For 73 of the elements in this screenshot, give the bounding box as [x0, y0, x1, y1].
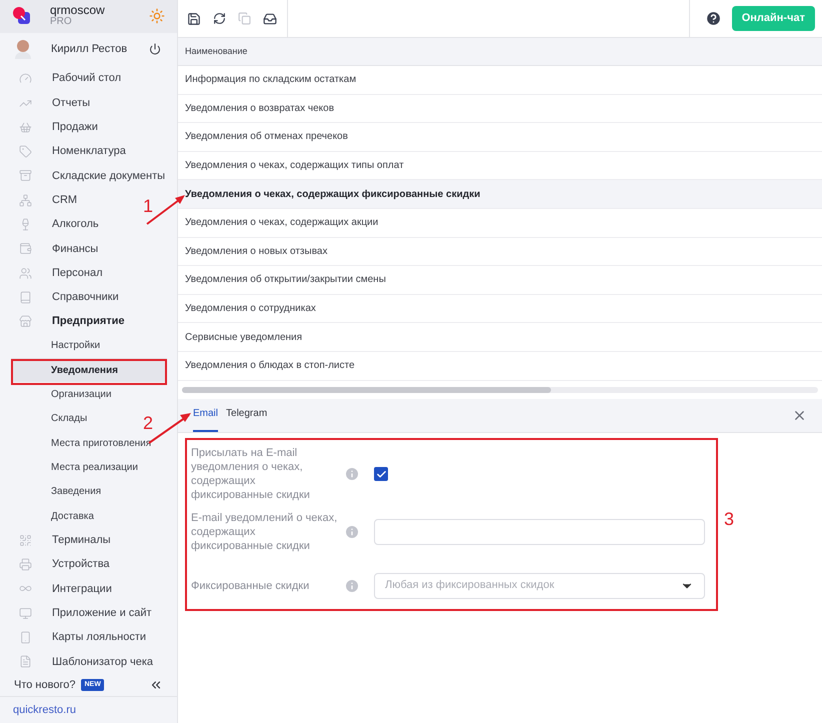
plan-label: PRO	[50, 16, 72, 28]
wallet-icon	[19, 242, 32, 256]
check-icon	[376, 468, 386, 480]
book-icon	[19, 290, 32, 304]
scrollbar[interactable]	[182, 386, 818, 393]
step-number: 1	[143, 197, 154, 218]
printer-icon	[19, 558, 32, 572]
nav-item[interactable]: Склады	[11, 406, 94, 432]
nav-item[interactable]: Справочники	[0, 285, 125, 310]
table-row[interactable]: Уведомления о сотрудниках	[178, 294, 822, 324]
nav-item[interactable]: Персонал	[0, 260, 108, 286]
nav-item[interactable]: CRM	[0, 188, 84, 212]
table-row[interactable]: Уведомления о блюдах в стоп-листе	[178, 352, 822, 381]
store-icon	[19, 315, 32, 328]
nav-item[interactable]: Места реализации	[11, 455, 144, 480]
nav-item[interactable]: Приложение и сайт	[0, 601, 158, 626]
table-row[interactable]: Уведомления об отменах пречеков	[178, 123, 822, 152]
nav-item[interactable]: Отчеты	[0, 90, 96, 116]
user-name: Кирилл Рестов	[51, 42, 128, 57]
save-icon[interactable]	[187, 12, 201, 26]
archive-icon	[19, 169, 32, 182]
account-name: qrmoscow	[50, 4, 105, 16]
network-icon	[19, 194, 32, 207]
nav-item[interactable]: Карты лояльности	[0, 625, 152, 650]
checkbox[interactable]	[374, 467, 388, 482]
nav-item[interactable]: Интеграции	[0, 576, 118, 602]
nav-item[interactable]: Уведомления	[11, 358, 167, 382]
tag-icon	[19, 145, 32, 158]
field-label: Фиксированные скидки	[191, 578, 310, 593]
nav-item[interactable]: Заведения	[11, 480, 108, 504]
logo-icon	[12, 6, 32, 26]
site-link[interactable]: quickresto.ru	[13, 702, 76, 718]
monitor-icon	[19, 606, 32, 620]
nav-item[interactable]: Продажи	[0, 115, 104, 140]
inbox-icon[interactable]	[263, 12, 277, 26]
nav-item[interactable]: Доставка	[11, 504, 100, 528]
nav-item[interactable]: Организации	[11, 382, 118, 407]
nav-item[interactable]: Рабочий стол	[0, 66, 128, 91]
table-header: Наименование	[178, 38, 822, 66]
table-row[interactable]: Уведомления о чеках, содержащих акции	[178, 208, 822, 238]
nav-item[interactable]: Терминалы	[0, 528, 117, 552]
document-icon	[19, 655, 32, 668]
nav-item[interactable]: Финансы	[0, 236, 104, 261]
nav-item[interactable]: Шаблонизатор чека	[0, 650, 160, 674]
table-row[interactable]: Уведомления о чеках, содержащих фиксированные скидки	[178, 180, 822, 209]
phone-icon	[19, 631, 32, 644]
nav-item[interactable]: Устройства	[0, 552, 116, 577]
field-label: E-mail уведомлений о чеках, содержащих фиксированные скидки	[191, 510, 338, 553]
gauge-icon	[19, 72, 32, 86]
table-row[interactable]: Уведомления о возвратах чеков	[178, 94, 822, 124]
tab[interactable]: Telegram	[226, 398, 268, 432]
nav-item[interactable]: Настройки	[11, 334, 106, 358]
basket-icon	[19, 120, 32, 134]
table-row[interactable]: Информация по складским остаткам	[178, 66, 822, 95]
input-field[interactable]	[374, 518, 705, 545]
table-row[interactable]: Уведомления об открытии/закрытии смены	[178, 266, 822, 295]
nav-item[interactable]: Складские документы	[0, 164, 172, 188]
tab[interactable]: Email	[193, 398, 218, 432]
nav-item[interactable]: Предприятие	[0, 310, 131, 334]
field-label: Присылать на E-mail уведомления о чеках, содержащих фиксированные скидки	[191, 446, 311, 502]
avatar	[14, 39, 32, 60]
help-icon[interactable]	[704, 10, 722, 27]
power-icon[interactable]	[149, 43, 161, 56]
whats-new-link[interactable]: Что нового?	[14, 676, 76, 694]
refresh-icon[interactable]	[213, 12, 226, 25]
nav-item[interactable]: Места приготовления	[11, 431, 158, 456]
table-row[interactable]: Уведомления о новых отзывах	[178, 238, 822, 266]
qr-icon	[19, 534, 32, 547]
step-number: 3	[724, 510, 734, 528]
nav-item[interactable]: Номенклатура	[0, 139, 132, 164]
nav-item[interactable]: Алкоголь	[0, 212, 105, 237]
people-icon	[19, 266, 32, 280]
table-row[interactable]: Сервисные уведомления	[178, 323, 822, 352]
